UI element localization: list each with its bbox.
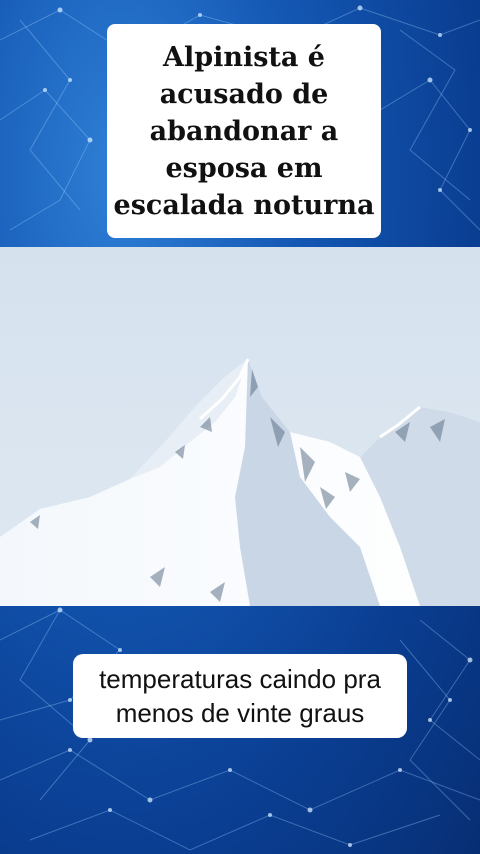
headline-text: Alpinista é acusado de abandonar a espos… [113, 41, 375, 221]
caption-box: temperaturas caindo pra menos de vinte g… [73, 654, 407, 738]
caption-text: temperaturas caindo pra menos de vinte g… [99, 664, 381, 728]
video-frame: Alpinista é acusado de abandonar a espos… [0, 0, 480, 854]
headline-box: Alpinista é acusado de abandonar a espos… [107, 24, 381, 238]
mountain-photo [0, 247, 480, 606]
mountain-illustration [0, 247, 480, 606]
